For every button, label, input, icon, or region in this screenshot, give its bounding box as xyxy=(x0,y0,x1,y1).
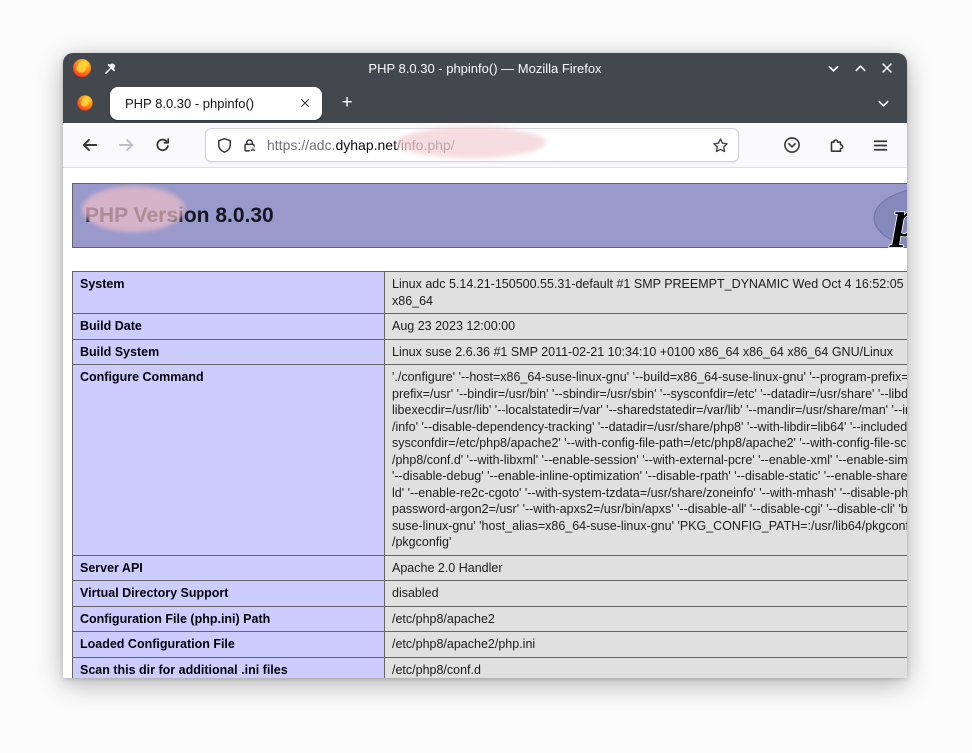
tab-close-icon[interactable] xyxy=(295,93,315,113)
row-value: Linux adc 5.14.21-150500.55.31-default #… xyxy=(385,272,908,314)
bookmark-star-icon[interactable] xyxy=(712,137,729,154)
url-bar[interactable]: https://adc.dyhap.net/info.php/ xyxy=(205,128,739,162)
row-label: Scan this dir for additional .ini files xyxy=(73,657,385,678)
connection-lock-warning-icon[interactable] xyxy=(241,137,258,154)
firefox-logo-icon xyxy=(72,58,92,78)
url-scheme: https://adc. xyxy=(267,137,335,153)
hamburger-menu-icon[interactable] xyxy=(865,130,895,160)
tab-strip: PHP 8.0.30 - phpinfo() + xyxy=(63,83,907,123)
navigation-toolbar: https://adc.dyhap.net/info.php/ xyxy=(63,123,907,168)
row-value: disabled xyxy=(385,581,908,607)
php-logo: php xyxy=(871,186,907,250)
row-label: System xyxy=(73,272,385,314)
pocket-icon[interactable] xyxy=(777,130,807,160)
firefox-window: PHP 8.0.30 - phpinfo() — Mozilla Firefox… xyxy=(63,53,907,678)
pin-icon[interactable] xyxy=(103,61,118,76)
window-titlebar[interactable]: PHP 8.0.30 - phpinfo() — Mozilla Firefox xyxy=(63,53,907,83)
row-value: /etc/php8/conf.d xyxy=(385,657,908,678)
row-value: Aug 23 2023 12:00:00 xyxy=(385,314,908,340)
url-domain: dyhap.net xyxy=(335,137,397,153)
table-row: SystemLinux adc 5.14.21-150500.55.31-def… xyxy=(73,272,908,314)
table-row: Virtual Directory Supportdisabled xyxy=(73,581,908,607)
row-value: Apache 2.0 Handler xyxy=(385,555,908,581)
table-row: Loaded Configuration File/etc/php8/apach… xyxy=(73,632,908,658)
tab-title: PHP 8.0.30 - phpinfo() xyxy=(125,96,295,111)
table-row: Server APIApache 2.0 Handler xyxy=(73,555,908,581)
url-text[interactable]: https://adc.dyhap.net/info.php/ xyxy=(267,137,706,153)
tracking-protection-shield-icon[interactable] xyxy=(216,137,233,154)
row-label: Virtual Directory Support xyxy=(73,581,385,607)
phpinfo-page: PHP Version 8.0.30 php SystemLinux adc 5… xyxy=(72,183,907,678)
table-row: Build SystemLinux suse 2.6.36 #1 SMP 201… xyxy=(73,339,908,365)
phpinfo-header: PHP Version 8.0.30 php xyxy=(72,183,907,248)
row-label: Build Date xyxy=(73,314,385,340)
row-label: Build System xyxy=(73,339,385,365)
minimize-button[interactable] xyxy=(824,59,842,77)
phpinfo-table: SystemLinux adc 5.14.21-150500.55.31-def… xyxy=(72,271,907,678)
phpinfo-table-body: SystemLinux adc 5.14.21-150500.55.31-def… xyxy=(73,272,908,679)
table-row: Configure Command'./configure' '--host=x… xyxy=(73,365,908,556)
close-window-button[interactable] xyxy=(878,59,896,77)
window-title: PHP 8.0.30 - phpinfo() — Mozilla Firefox xyxy=(63,61,907,76)
row-value: /etc/php8/apache2/php.ini xyxy=(385,632,908,658)
reload-button[interactable] xyxy=(147,130,177,160)
row-label: Loaded Configuration File xyxy=(73,632,385,658)
maximize-button[interactable] xyxy=(851,59,869,77)
back-button[interactable] xyxy=(75,130,105,160)
table-row: Build DateAug 23 2023 12:00:00 xyxy=(73,314,908,340)
table-row: Scan this dir for additional .ini files/… xyxy=(73,657,908,678)
tab-php-info[interactable]: PHP 8.0.30 - phpinfo() xyxy=(110,87,322,120)
url-path: /info.php/ xyxy=(397,137,455,153)
row-value: './configure' '--host=x86_64-suse-linux-… xyxy=(385,365,908,556)
row-label: Configure Command xyxy=(73,365,385,556)
new-tab-button[interactable]: + xyxy=(334,90,360,116)
table-row: Configuration File (php.ini) Path/etc/ph… xyxy=(73,606,908,632)
row-label: Server API xyxy=(73,555,385,581)
list-all-tabs-button[interactable] xyxy=(871,91,895,115)
row-value: Linux suse 2.6.36 #1 SMP 2011-02-21 10:3… xyxy=(385,339,908,365)
row-label: Configuration File (php.ini) Path xyxy=(73,606,385,632)
firefox-view-icon[interactable] xyxy=(76,94,94,112)
browser-viewport: PHP Version 8.0.30 php SystemLinux adc 5… xyxy=(63,168,907,678)
page-title: PHP Version 8.0.30 xyxy=(85,204,274,228)
extensions-puzzle-icon[interactable] xyxy=(821,130,851,160)
row-value: /etc/php8/apache2 xyxy=(385,606,908,632)
forward-button[interactable] xyxy=(111,130,141,160)
